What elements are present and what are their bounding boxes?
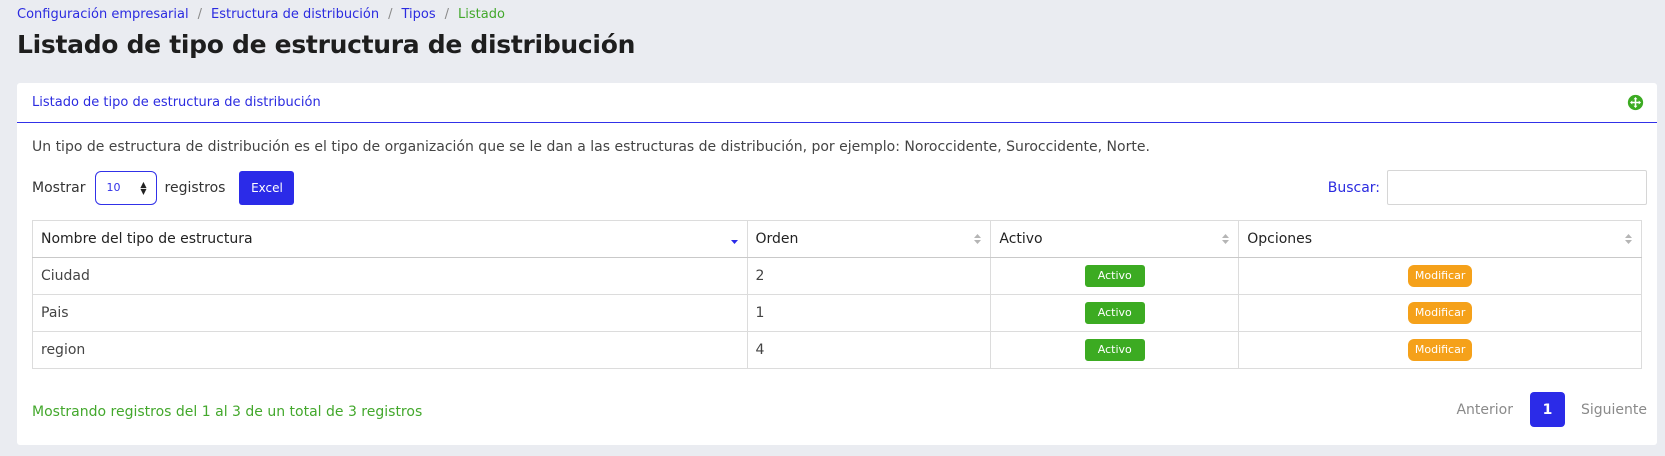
breadcrumb-link-estructura[interactable]: Estructura de distribución (211, 7, 379, 22)
status-badge[interactable]: Activo (1084, 265, 1145, 287)
search-input[interactable] (1387, 170, 1647, 205)
cell-order: 1 (746, 294, 992, 332)
card-description: Un tipo de estructura de distribución es… (32, 139, 1150, 155)
column-header-activo[interactable]: Activo (990, 220, 1240, 258)
breadcrumb-link-tipos[interactable]: Tipos (402, 7, 436, 22)
table-row: region 4 Activo Modificar (32, 331, 1642, 369)
pagination: Anterior 1 Siguiente (1456, 392, 1647, 427)
table-row: Ciudad 2 Activo Modificar (32, 257, 1642, 295)
column-header-opciones[interactable]: Opciones (1238, 220, 1642, 258)
page-size-value: 10 (106, 181, 121, 194)
cell-name: Pais (32, 294, 748, 332)
status-badge[interactable]: Activo (1084, 302, 1145, 324)
cell-status: Activo (990, 294, 1240, 332)
sort-both-icon (974, 234, 982, 244)
breadcrumb-separator: / (197, 7, 202, 22)
table-info: Mostrando registros del 1 al 3 de un tot… (32, 404, 423, 420)
page-title: Listado de tipo de estructura de distrib… (17, 30, 636, 59)
table-row: Pais 1 Activo Modificar (32, 294, 1642, 332)
length-controls: Mostrar 10 ▲ ▼ registros Excel (32, 170, 295, 205)
records-label: registros (164, 179, 226, 196)
cell-status: Activo (990, 257, 1240, 295)
breadcrumb-link-configuracion[interactable]: Configuración empresarial (17, 7, 189, 22)
sort-both-icon (1625, 234, 1632, 244)
modify-button[interactable]: Modificar (1408, 265, 1473, 287)
column-header-label: Activo (999, 231, 1043, 247)
select-arrows-icon: ▲ ▼ (140, 179, 147, 196)
cell-name: region (32, 331, 748, 369)
page-size-select[interactable]: 10 ▲ ▼ (94, 170, 157, 205)
search-controls: Buscar: (1328, 170, 1647, 205)
table-header-row: Nombre del tipo de estructura Orden Acti… (32, 220, 1642, 258)
cell-status: Activo (990, 331, 1240, 369)
card-title: Listado de tipo de estructura de distrib… (32, 95, 321, 110)
cell-order: 4 (746, 331, 992, 369)
modify-button[interactable]: Modificar (1408, 339, 1473, 361)
sort-desc-icon (730, 240, 738, 244)
column-header-nombre[interactable]: Nombre del tipo de estructura (32, 220, 748, 258)
column-header-label: Orden (755, 231, 799, 247)
modify-button[interactable]: Modificar (1408, 302, 1473, 324)
status-badge[interactable]: Activo (1084, 339, 1145, 361)
column-header-label: Opciones (1247, 231, 1313, 247)
column-header-label: Nombre del tipo de estructura (41, 231, 253, 247)
previous-page-button[interactable]: Anterior (1456, 402, 1513, 418)
breadcrumb-separator: / (444, 7, 450, 22)
list-card: Listado de tipo de estructura de distrib… (17, 83, 1657, 445)
cell-order: 2 (746, 257, 992, 295)
cell-name: Ciudad (32, 257, 748, 295)
sort-both-icon (1222, 234, 1230, 244)
cell-options: Modificar (1238, 331, 1642, 369)
column-header-orden[interactable]: Orden (746, 220, 992, 258)
card-header: Listado de tipo de estructura de distrib… (17, 83, 1657, 123)
show-label: Mostrar (32, 179, 86, 196)
next-page-button[interactable]: Siguiente (1581, 402, 1647, 418)
cell-options: Modificar (1238, 257, 1642, 295)
excel-export-button[interactable]: Excel (239, 170, 295, 205)
page-button-current[interactable]: 1 (1529, 392, 1565, 427)
data-table: Nombre del tipo de estructura Orden Acti… (32, 220, 1642, 369)
cell-options: Modificar (1238, 294, 1642, 332)
breadcrumb: Configuración empresarial / Estructura d… (17, 7, 505, 22)
breadcrumb-separator: / (388, 7, 393, 22)
breadcrumb-current: Listado (458, 7, 505, 22)
search-label: Buscar: (1327, 179, 1380, 196)
expand-arrows-icon[interactable] (1627, 94, 1644, 111)
